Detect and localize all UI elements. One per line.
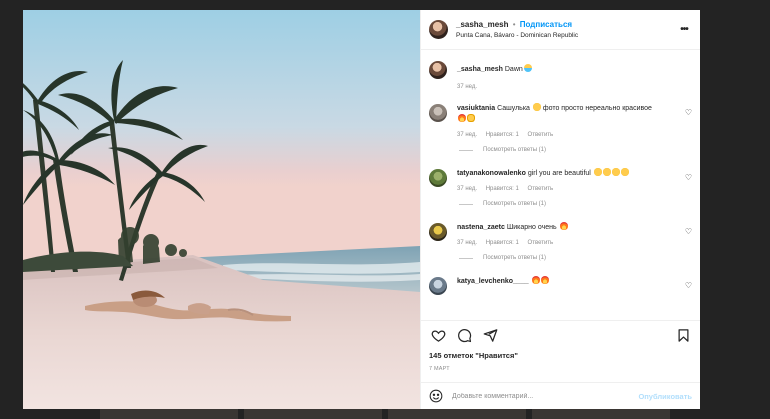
header-separator: • <box>512 19 516 29</box>
post-header: _sasha_mesh • Подписаться Punta Cana, Bá… <box>421 10 700 50</box>
comment-time[interactable]: 37 нед. <box>457 186 477 192</box>
heart-eyes-emoji-icon <box>602 168 611 176</box>
heart-eyes-emoji-icon <box>593 168 602 176</box>
post-actions-bar <box>421 320 700 350</box>
caption-username[interactable]: _sasha_mesh <box>457 66 503 73</box>
background-feed-thumbnails <box>0 408 770 419</box>
view-replies-button[interactable]: Посмотреть ответы (1) <box>459 147 692 153</box>
caption: _sasha_mesh Dawn 37 нед. <box>429 60 692 90</box>
clap-emoji-icon <box>467 114 475 122</box>
reply-button[interactable]: Ответить <box>528 132 554 138</box>
comment-likes[interactable]: Нравится: 1 <box>486 240 519 246</box>
smiley-icon[interactable] <box>429 389 443 403</box>
comment-time[interactable]: 37 нед. <box>457 240 477 246</box>
heart-small-icon[interactable]: ♡ <box>682 227 692 236</box>
comment-text: Сашулька <box>497 105 530 112</box>
comment-time[interactable]: 37 нед. <box>457 132 477 138</box>
heart-eyes-emoji-icon <box>611 168 620 176</box>
comment-username[interactable]: tatyanakonowalenko <box>457 170 526 177</box>
comment-item: tatyanakonowalenko girl you are beautifu… <box>429 168 692 207</box>
bookmark-icon[interactable] <box>674 327 692 345</box>
comment-username[interactable]: katya_levchenko____ <box>457 278 529 285</box>
comment-text: girl you are beautiful <box>527 170 591 177</box>
comment-username[interactable]: vasiuktania <box>457 105 495 112</box>
comment-text-continued: фото просто нереально красивое <box>542 105 652 112</box>
view-replies-button[interactable]: Посмотреть ответы (1) <box>459 255 692 261</box>
likes-count[interactable]: 145 отметок "Нравится" <box>421 350 700 362</box>
caption-text: Dawn <box>504 66 523 73</box>
add-comment-input[interactable] <box>452 392 639 400</box>
comment-bubble-icon[interactable] <box>455 327 473 345</box>
fire-emoji-icon <box>531 276 540 284</box>
comment-text: Шикарно очень <box>506 224 557 231</box>
paper-plane-icon[interactable] <box>481 327 499 345</box>
publish-button[interactable]: Опубликовать <box>638 392 692 401</box>
post-side-panel: _sasha_mesh • Подписаться Punta Cana, Bá… <box>420 10 700 409</box>
post-modal: _sasha_mesh • Подписаться Punta Cana, Bá… <box>23 10 700 409</box>
post-date[interactable]: 7 МАРТ <box>421 362 700 382</box>
follow-button[interactable]: Подписаться <box>520 20 572 29</box>
reply-button[interactable]: Ответить <box>528 240 554 246</box>
heart-outline-icon[interactable] <box>429 327 447 345</box>
comment-username[interactable]: nastena_zaetc <box>457 224 505 231</box>
comment-item: nastena_zaetc Шикарно очень 37 нед. Нрав… <box>429 222 692 261</box>
reply-button[interactable]: Ответить <box>528 186 554 192</box>
comment-item: katya_levchenko____ ♡ <box>429 276 692 295</box>
add-comment-bar: Опубликовать <box>421 382 700 409</box>
heart-eyes-emoji-icon <box>532 103 541 111</box>
heart-small-icon[interactable]: ♡ <box>682 108 692 117</box>
more-options-icon[interactable]: ••• <box>677 24 691 35</box>
caption-time[interactable]: 37 нед. <box>457 84 477 90</box>
heart-small-icon[interactable]: ♡ <box>682 281 692 290</box>
post-photo[interactable] <box>23 10 420 409</box>
author-avatar[interactable] <box>429 20 448 39</box>
comment-likes[interactable]: Нравится: 1 <box>486 132 519 138</box>
author-username[interactable]: _sasha_mesh <box>456 20 508 29</box>
comment-avatar[interactable] <box>429 223 447 241</box>
comments-list[interactable]: _sasha_mesh Dawn 37 нед. vasiuktania Саш… <box>421 50 700 320</box>
beach-photo-image <box>23 10 420 409</box>
caption-avatar[interactable] <box>429 61 447 79</box>
fire-emoji-icon <box>458 114 466 122</box>
comment-avatar[interactable] <box>429 104 447 122</box>
comment-item: vasiuktania Сашулька фото просто нереаль… <box>429 103 692 153</box>
heart-eyes-emoji-icon <box>620 168 629 176</box>
fire-emoji-icon <box>540 276 549 284</box>
comment-avatar[interactable] <box>429 277 447 295</box>
fire-emoji-icon <box>559 222 568 230</box>
view-replies-button[interactable]: Посмотреть ответы (1) <box>459 201 692 207</box>
heart-small-icon[interactable]: ♡ <box>682 173 692 182</box>
comment-likes[interactable]: Нравится: 1 <box>486 186 519 192</box>
mask-emoji-icon <box>523 64 532 72</box>
comment-avatar[interactable] <box>429 169 447 187</box>
post-location[interactable]: Punta Cana, Bávaro - Dominican Republic <box>456 30 677 41</box>
